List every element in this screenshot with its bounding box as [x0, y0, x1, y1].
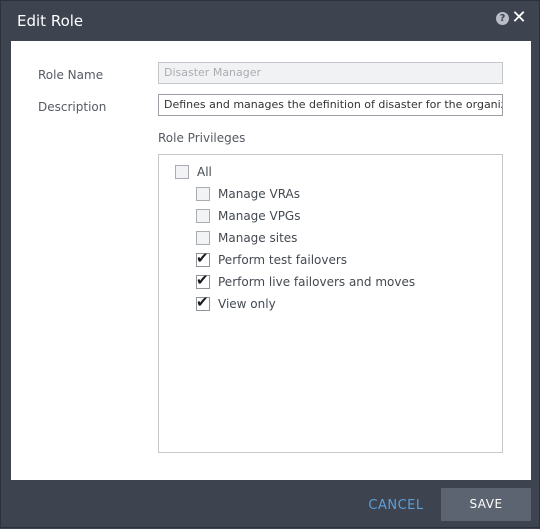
- dialog-titlebar: Edit Role ? ✕: [1, 1, 540, 41]
- privilege-label: Manage VPGs: [218, 209, 301, 223]
- role-privileges-label: Role Privileges: [158, 131, 246, 145]
- privilege-perform-test-failovers[interactable]: ✔ Perform test failovers: [196, 249, 348, 269]
- checkbox-icon[interactable]: [196, 209, 210, 223]
- checkbox-checked-icon[interactable]: ✔: [196, 249, 210, 267]
- privileges-list: All Manage VRAs Manage VPGs Manage sites…: [158, 154, 503, 453]
- edit-role-dialog: Edit Role ? ✕ Role Name Disaster Manager…: [0, 0, 540, 528]
- cancel-button[interactable]: CANCEL: [361, 490, 431, 522]
- privilege-view-only[interactable]: ✔ View only: [196, 293, 276, 313]
- privilege-all[interactable]: All: [175, 163, 212, 181]
- privilege-label: All: [197, 165, 212, 179]
- dialog-title: Edit Role: [17, 12, 84, 30]
- privilege-label: Manage sites: [218, 231, 298, 245]
- privilege-manage-vpgs[interactable]: Manage VPGs: [196, 207, 300, 225]
- privilege-label: Perform live failovers and moves: [218, 275, 416, 289]
- role-name-label: Role Name: [38, 68, 104, 82]
- checkbox-checked-icon[interactable]: ✔: [196, 293, 210, 311]
- checkbox-icon[interactable]: [175, 165, 189, 179]
- privilege-label: View only: [218, 297, 276, 311]
- close-icon[interactable]: ✕: [511, 9, 527, 27]
- checkbox-checked-icon[interactable]: ✔: [196, 271, 210, 289]
- privilege-manage-vras[interactable]: Manage VRAs: [196, 185, 300, 203]
- description-field[interactable]: Defines and manages the definition of di…: [158, 94, 503, 116]
- description-label: Description: [38, 100, 107, 114]
- privilege-label: Perform test failovers: [218, 253, 348, 267]
- role-name-field: Disaster Manager: [158, 62, 503, 84]
- privilege-label: Manage VRAs: [218, 187, 301, 201]
- help-icon[interactable]: ?: [496, 12, 509, 25]
- checkbox-icon[interactable]: [196, 187, 210, 201]
- privilege-perform-live-failovers[interactable]: ✔ Perform live failovers and moves: [196, 271, 416, 291]
- checkbox-icon[interactable]: [196, 231, 210, 245]
- dialog-footer: CANCEL SAVE: [1, 480, 540, 529]
- privilege-manage-sites[interactable]: Manage sites: [196, 229, 297, 247]
- save-button[interactable]: SAVE: [441, 488, 531, 521]
- dialog-body: Role Name Disaster Manager Description D…: [11, 41, 531, 480]
